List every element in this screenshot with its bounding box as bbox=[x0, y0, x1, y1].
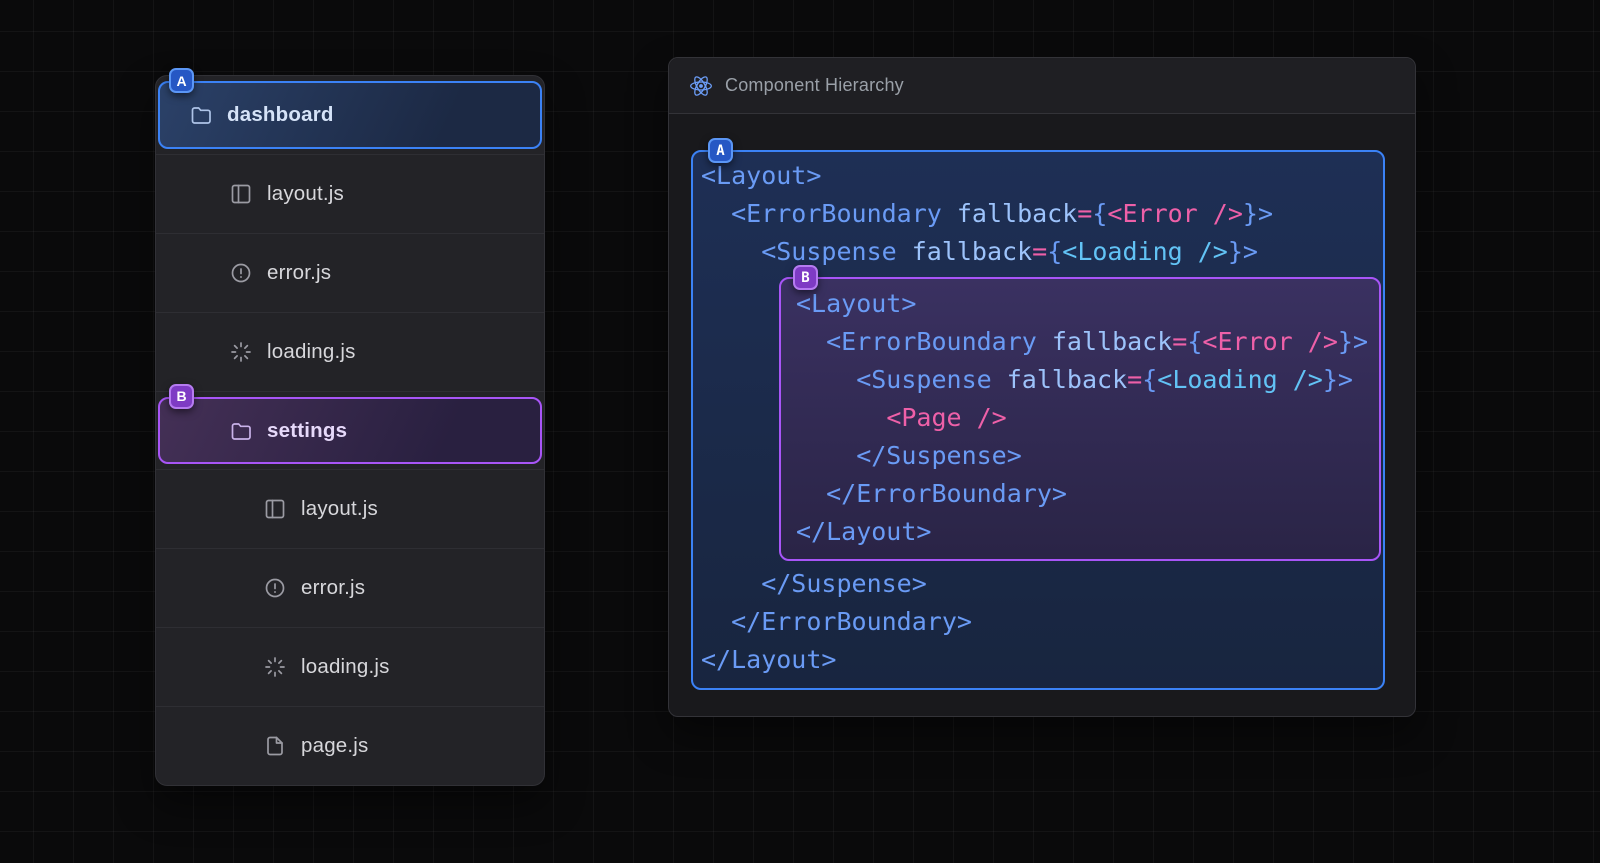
alert-circle-icon bbox=[229, 261, 253, 285]
badge-a: A bbox=[169, 68, 194, 93]
file-tree-panel: Adashboard layout.js error.js loading.js Bse… bbox=[155, 75, 545, 786]
code-line: </Layout> bbox=[796, 513, 1375, 551]
code-line: </Suspense> bbox=[796, 437, 1375, 475]
tree-item-error-js: error.js bbox=[156, 548, 544, 627]
highlight-box-a: A bbox=[158, 81, 542, 149]
tree-item-settings: Bsettings bbox=[156, 391, 544, 470]
badge-b: B bbox=[169, 384, 194, 409]
code-line: </Layout> bbox=[701, 641, 1381, 679]
badge-b: B bbox=[793, 265, 818, 290]
tree-item-label: settings bbox=[267, 419, 347, 443]
tree-item-label: loading.js bbox=[301, 655, 390, 679]
loader-icon bbox=[263, 655, 287, 679]
code-line: <Layout> bbox=[796, 285, 1375, 323]
code-line: <Suspense fallback={<Loading />}> bbox=[796, 361, 1375, 399]
panel-header: Component Hierarchy bbox=[669, 58, 1415, 114]
tree-item-layout-js: layout.js bbox=[156, 469, 544, 548]
tree-item-page-js: page.js bbox=[156, 706, 544, 785]
tree-item-label: error.js bbox=[267, 261, 331, 285]
code-line: <Layout> bbox=[701, 157, 1381, 195]
tree-item-label: page.js bbox=[301, 734, 369, 758]
code-scope-a: A <Layout> <ErrorBoundary fallback={<Err… bbox=[691, 150, 1385, 690]
code-line: </Suspense> bbox=[701, 565, 1381, 603]
tree-item-label: dashboard bbox=[227, 103, 334, 127]
loader-icon bbox=[229, 340, 253, 364]
code-line: </ErrorBoundary> bbox=[796, 475, 1375, 513]
code-line: <ErrorBoundary fallback={<Error />}> bbox=[701, 195, 1381, 233]
file-icon bbox=[263, 734, 287, 758]
react-icon bbox=[689, 74, 713, 98]
tree-item-error-js: error.js bbox=[156, 233, 544, 312]
tree-item-label: loading.js bbox=[267, 340, 356, 364]
tree-item-label: layout.js bbox=[301, 497, 378, 521]
highlight-box-b: B bbox=[158, 397, 542, 465]
code-line: </ErrorBoundary> bbox=[701, 603, 1381, 641]
tree-item-layout-js: layout.js bbox=[156, 154, 544, 233]
code-line: <ErrorBoundary fallback={<Error />}> bbox=[796, 323, 1375, 361]
code-line: <Page /> bbox=[796, 399, 1375, 437]
page-background: Adashboard layout.js error.js loading.js Bse… bbox=[0, 0, 1600, 863]
layout-icon bbox=[263, 497, 287, 521]
tree-item-loading-js: loading.js bbox=[156, 312, 544, 391]
code-scope-b: B <Layout> <ErrorBoundary fallback={<Err… bbox=[779, 277, 1381, 561]
code-lines-inner: <Layout> <ErrorBoundary fallback={<Error… bbox=[796, 285, 1375, 551]
layout-icon bbox=[229, 182, 253, 206]
folder-icon bbox=[189, 103, 213, 127]
panel-title: Component Hierarchy bbox=[725, 75, 904, 96]
tree-item-loading-js: loading.js bbox=[156, 627, 544, 706]
folder-icon bbox=[229, 419, 253, 443]
component-hierarchy-panel: Component Hierarchy A <Layout> <ErrorBou… bbox=[668, 57, 1416, 717]
tree-item-label: error.js bbox=[301, 576, 365, 600]
code-lines-outer-bottom: </Suspense> </ErrorBoundary></Layout> bbox=[701, 565, 1381, 679]
code-lines-outer-top: <Layout> <ErrorBoundary fallback={<Error… bbox=[701, 157, 1381, 271]
tree-item-label: layout.js bbox=[267, 182, 344, 206]
badge-a: A bbox=[708, 138, 733, 163]
tree-item-dashboard: Adashboard bbox=[156, 76, 544, 154]
alert-circle-icon bbox=[263, 576, 287, 600]
